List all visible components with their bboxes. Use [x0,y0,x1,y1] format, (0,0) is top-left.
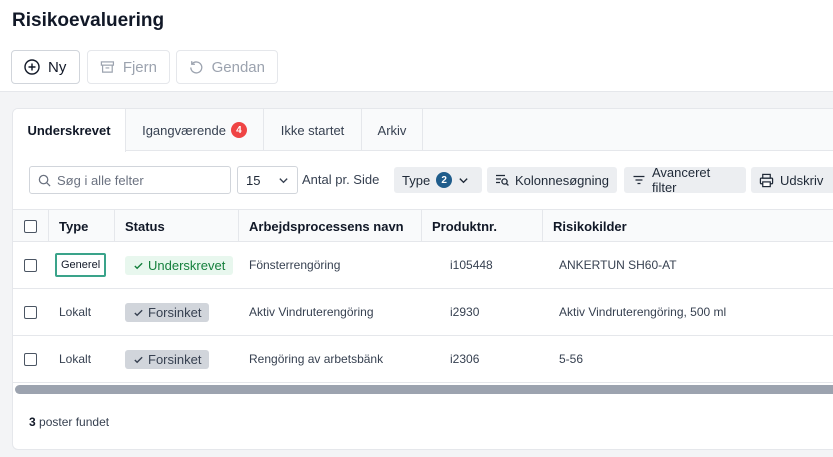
remove-button[interactable]: Fjern [87,50,170,84]
filter-icon [633,175,645,185]
advanced-filter-button[interactable]: Avanceret filter [624,165,746,195]
print-label: Udskriv [780,172,824,188]
table-row[interactable]: Lokalt Forsinket Rengöring av arbetsbänk… [13,336,833,383]
remove-button-label: Fjern [122,58,157,76]
status-text: Underskrevet [148,257,226,273]
risk-cell: Aktiv Vindruterengöring, 500 ml [559,305,727,319]
tab-bar: Underskrevet Igangværende 4 Ikke startet… [13,109,833,152]
header: Risikoevaluering Ny Fjern Gendan [0,0,833,92]
type-cell: Generel [49,242,115,288]
status-cell: Forsinket [115,289,239,335]
chevron-down-icon [459,177,468,183]
type-cell: Lokalt [59,352,92,366]
tab-label: Arkiv [377,122,407,138]
column-search-label: Kolonnesøgning [515,172,609,188]
page-size-select[interactable]: 15 [237,166,298,194]
chevron-down-icon [279,177,288,183]
risk-cell: ANKERTUN SH60-AT [559,258,677,272]
process-cell: Fönsterrengöring [249,258,341,272]
column-search-button[interactable]: Kolonnesøgning [487,167,617,193]
process-cell: Rengöring av arbetsbänk [249,352,384,366]
check-icon [134,356,143,363]
advanced-filter-label: Avanceret filter [651,165,711,195]
restore-button-label: Gendan [211,58,265,76]
process-cell: Aktiv Vindruterengöring [249,305,374,319]
status-badge: Forsinket [125,349,210,369]
status-text: Forsinket [148,304,202,320]
page-title: Risikoevaluering [12,10,165,31]
select-all-checkbox[interactable] [24,219,37,233]
archive-icon [100,61,115,73]
status-cell: Underskrevet [115,242,239,288]
column-header-process[interactable]: Arbejdsprocessens navn [239,210,422,242]
column-search-icon [496,174,509,186]
select-all-cell [13,210,49,242]
per-page-label: Antal pr. Side [302,172,380,187]
search-field[interactable] [29,166,231,194]
tab-label: Ikke startet [280,122,345,138]
new-button-label: Ny [48,58,67,76]
product-cell: i2930 [450,305,480,319]
check-icon [134,309,143,316]
tab-underskrevet[interactable]: Underskrevet [13,109,126,152]
type-label: Generel [55,253,107,277]
row-checkbox[interactable] [24,352,37,366]
type-filter-button[interactable]: Type 2 [394,167,482,193]
column-header-type[interactable]: Type [49,210,115,242]
page-size-value: 15 [246,172,261,188]
printer-icon [759,173,774,187]
horizontal-scrollbar[interactable] [15,385,833,394]
type-cell: Lokalt [59,305,92,319]
search-icon [38,174,51,187]
column-header-product[interactable]: Produktnr. [422,210,543,242]
row-checkbox[interactable] [24,258,37,272]
plus-circle-icon [24,59,40,75]
restore-button[interactable]: Gendan [176,50,278,84]
tab-igangvaerende[interactable]: Igangværende 4 [126,109,264,151]
print-button[interactable]: Udskriv [751,167,833,193]
tab-arkiv[interactable]: Arkiv [362,109,423,151]
type-filter-badge: 2 [436,172,453,188]
row-select-cell [13,336,49,382]
count-badge: 4 [230,122,247,138]
tab-ikke-startet[interactable]: Ikke startet [264,109,362,151]
status-badge: Underskrevet [125,255,234,275]
new-button[interactable]: Ny [11,50,80,84]
results-label: poster fundet [39,415,110,429]
type-filter-label: Type [402,172,431,188]
risk-cell: 5-56 [559,352,584,366]
undo-icon [190,61,203,74]
status-text: Forsinket [148,351,202,367]
column-header-status[interactable]: Status [115,210,239,242]
status-cell: Forsinket [115,336,239,382]
table-row[interactable]: Lokalt Forsinket Aktiv Vindruterengöring… [13,289,833,336]
search-input[interactable] [57,172,227,188]
row-checkbox[interactable] [24,305,37,319]
table-header: Type Status Arbejdsprocessens navn Produ… [13,209,833,242]
check-icon [134,262,143,269]
table-row[interactable]: Generel Underskrevet Fönsterrengöring i1… [13,242,833,289]
results-count: 3 [29,415,36,429]
product-cell: i105448 [450,258,493,272]
tab-label: Underskrevet [27,123,111,138]
row-select-cell [13,242,49,288]
results-summary: 3 poster fundet [29,415,109,429]
tab-label: Igangværende [142,122,226,138]
product-cell: i2306 [450,352,480,366]
column-header-risk[interactable]: Risikokilder [543,210,833,242]
results-card: Underskrevet Igangværende 4 Ikke startet… [12,108,833,450]
status-badge: Forsinket [125,302,210,322]
row-select-cell [13,289,49,335]
